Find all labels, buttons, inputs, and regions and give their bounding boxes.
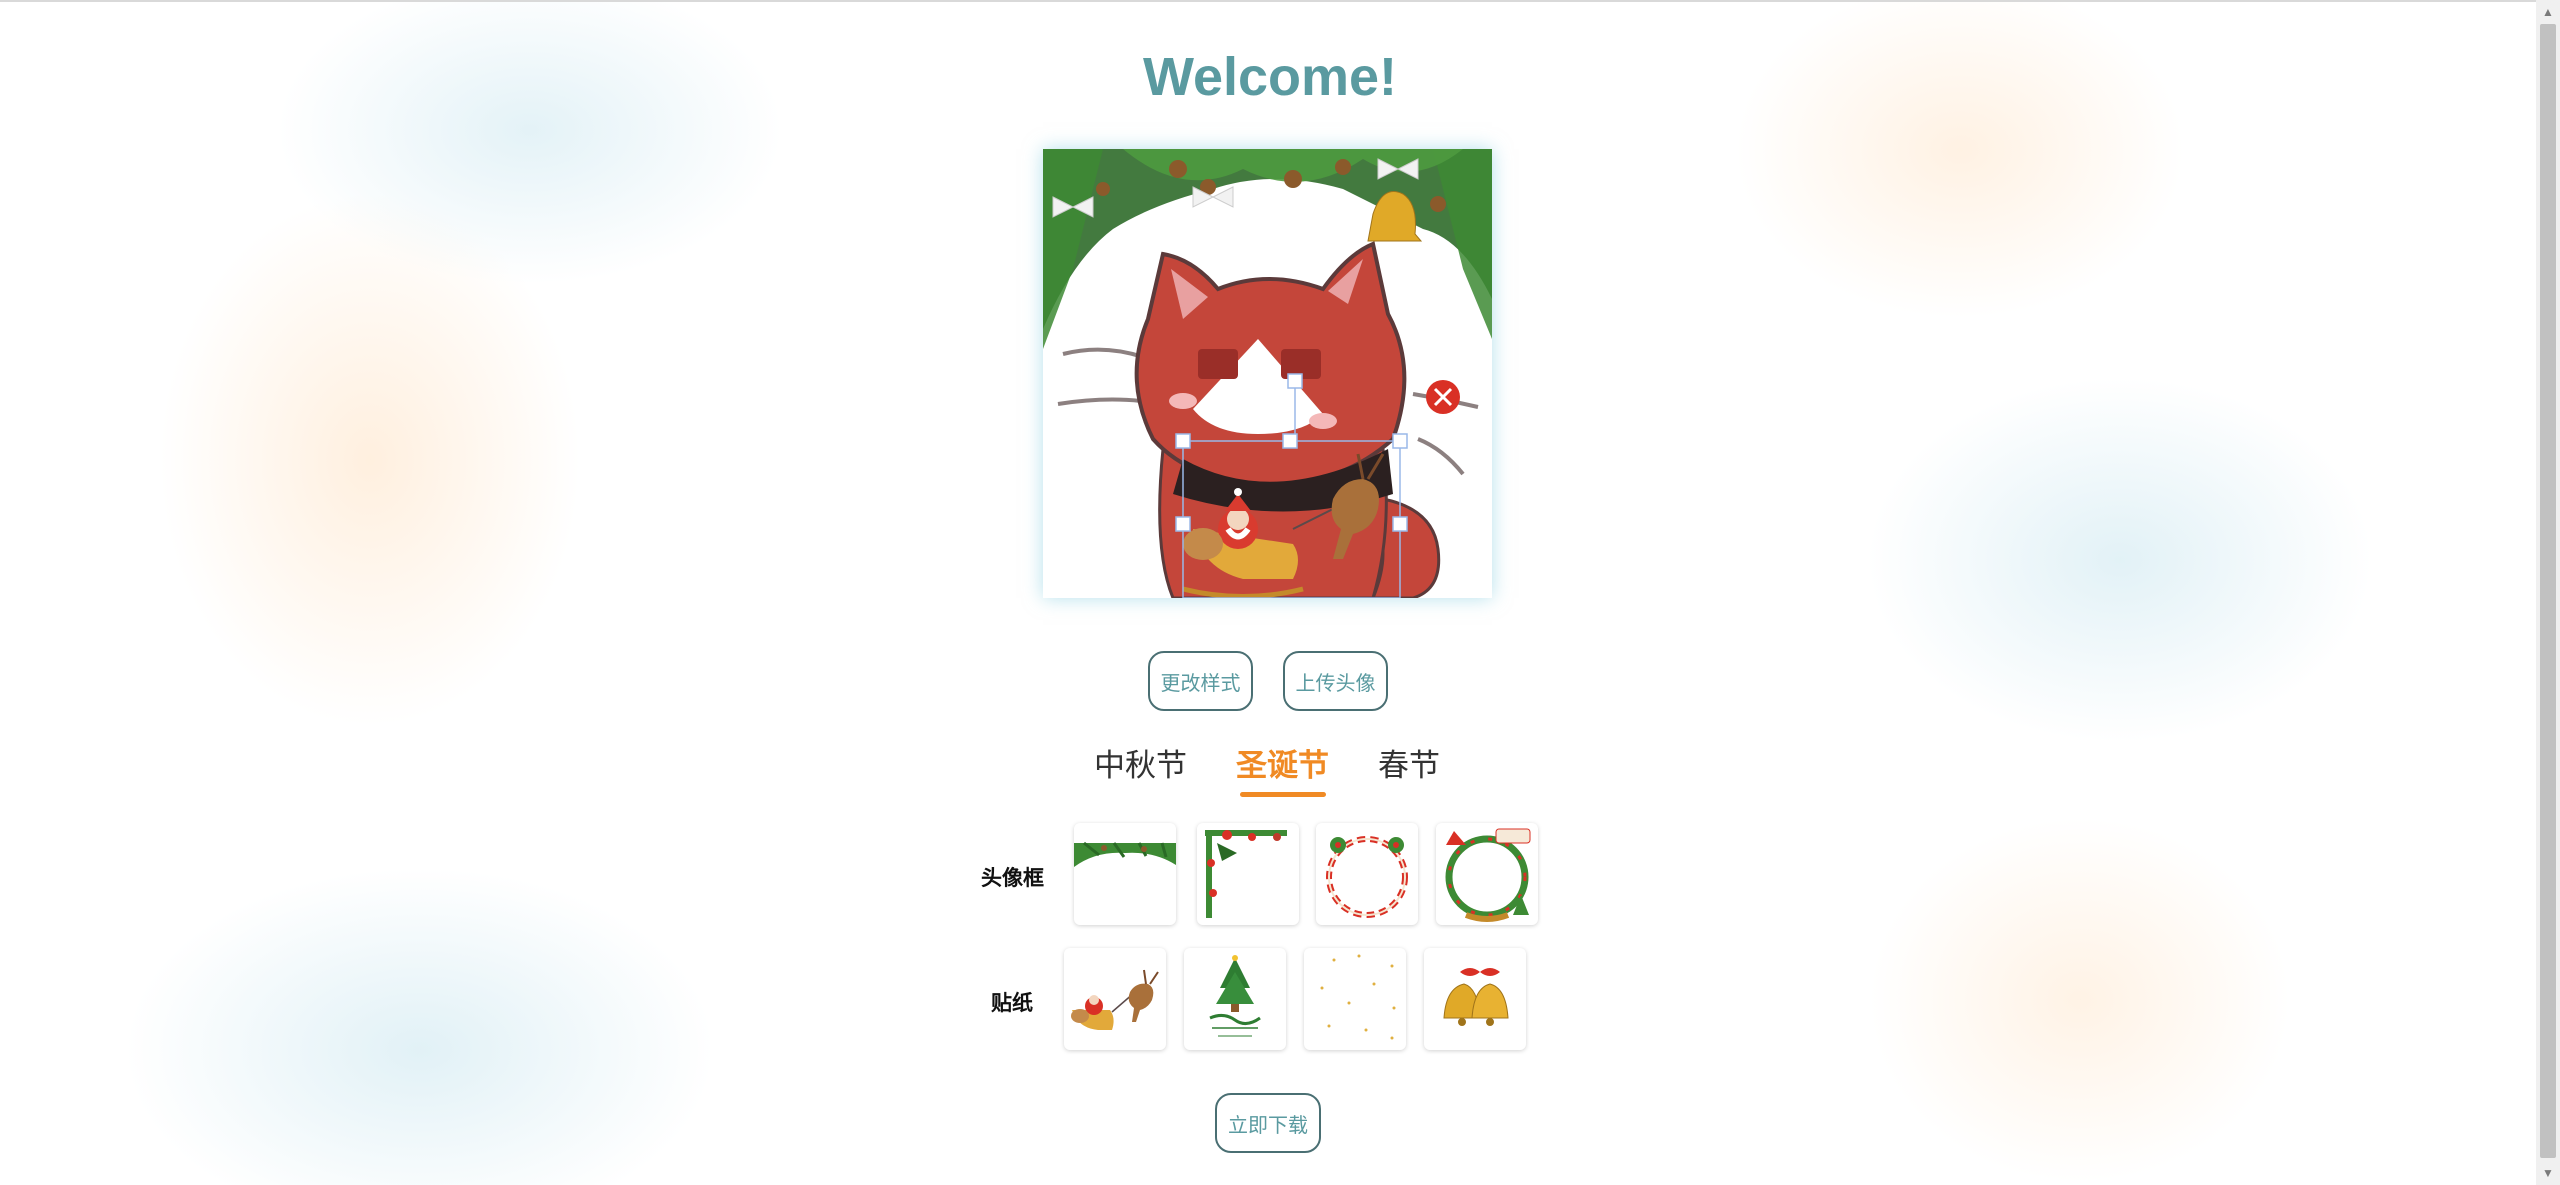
scroll-thumb[interactable] xyxy=(2540,24,2556,1158)
sticker-option-bells[interactable] xyxy=(1424,948,1526,1050)
tab-mid-autumn[interactable]: 中秋节 xyxy=(1094,740,1187,785)
sticker-option-christmas-tree[interactable] xyxy=(1184,948,1286,1050)
tab-spring-festival[interactable]: 春节 xyxy=(1378,740,1440,785)
frame-option-holly-corner[interactable] xyxy=(1197,823,1299,925)
snowflake-dots-icon xyxy=(1320,954,1396,1040)
holly-corner-frame-icon xyxy=(1205,830,1287,918)
scroll-down-icon[interactable]: ▼ xyxy=(2536,1161,2560,1185)
santa-sleigh-icon xyxy=(1071,969,1159,1030)
merry-christmas-wreath-icon xyxy=(1445,828,1531,922)
upload-avatar-button[interactable]: 上传头像 xyxy=(1283,651,1388,711)
bells-icon xyxy=(1443,968,1509,1026)
tab-christmas[interactable]: 圣诞节 xyxy=(1236,740,1329,785)
delete-sticker-icon[interactable] xyxy=(1426,380,1460,414)
pine-garland-frame-icon xyxy=(1074,841,1176,867)
frame-option-merry-christmas-wreath[interactable] xyxy=(1436,823,1538,925)
stickers-row-label: 贴纸 xyxy=(991,991,1033,1015)
change-style-button[interactable]: 更改样式 xyxy=(1148,651,1253,711)
sticker-option-snowflake-dots[interactable] xyxy=(1304,948,1406,1050)
frame-option-pine-garland[interactable] xyxy=(1074,823,1176,925)
merry-christmas-tree-icon xyxy=(1209,955,1261,1037)
festival-tabs: 中秋节 圣诞节 春节 xyxy=(1080,740,1500,800)
active-tab-indicator xyxy=(1240,792,1326,797)
top-border xyxy=(0,0,2536,2)
page-title: Welcome! xyxy=(1142,47,1398,107)
avatar-canvas[interactable] xyxy=(1043,149,1492,598)
frame-option-candy-wreath[interactable] xyxy=(1316,823,1418,925)
page: Welcome! 更改样式 上传头像 中秋节 圣诞节 春节 头像框 贴纸 立即下… xyxy=(0,0,2560,1185)
vertical-scrollbar[interactable]: ▲ ▼ xyxy=(2536,0,2560,1185)
scroll-up-icon[interactable]: ▲ xyxy=(2536,0,2560,24)
frames-row-label: 头像框 xyxy=(981,866,1044,890)
candy-wreath-frame-icon xyxy=(1326,836,1408,918)
download-button[interactable]: 立即下载 xyxy=(1215,1093,1321,1153)
sticker-option-santa-sleigh[interactable] xyxy=(1064,948,1166,1050)
